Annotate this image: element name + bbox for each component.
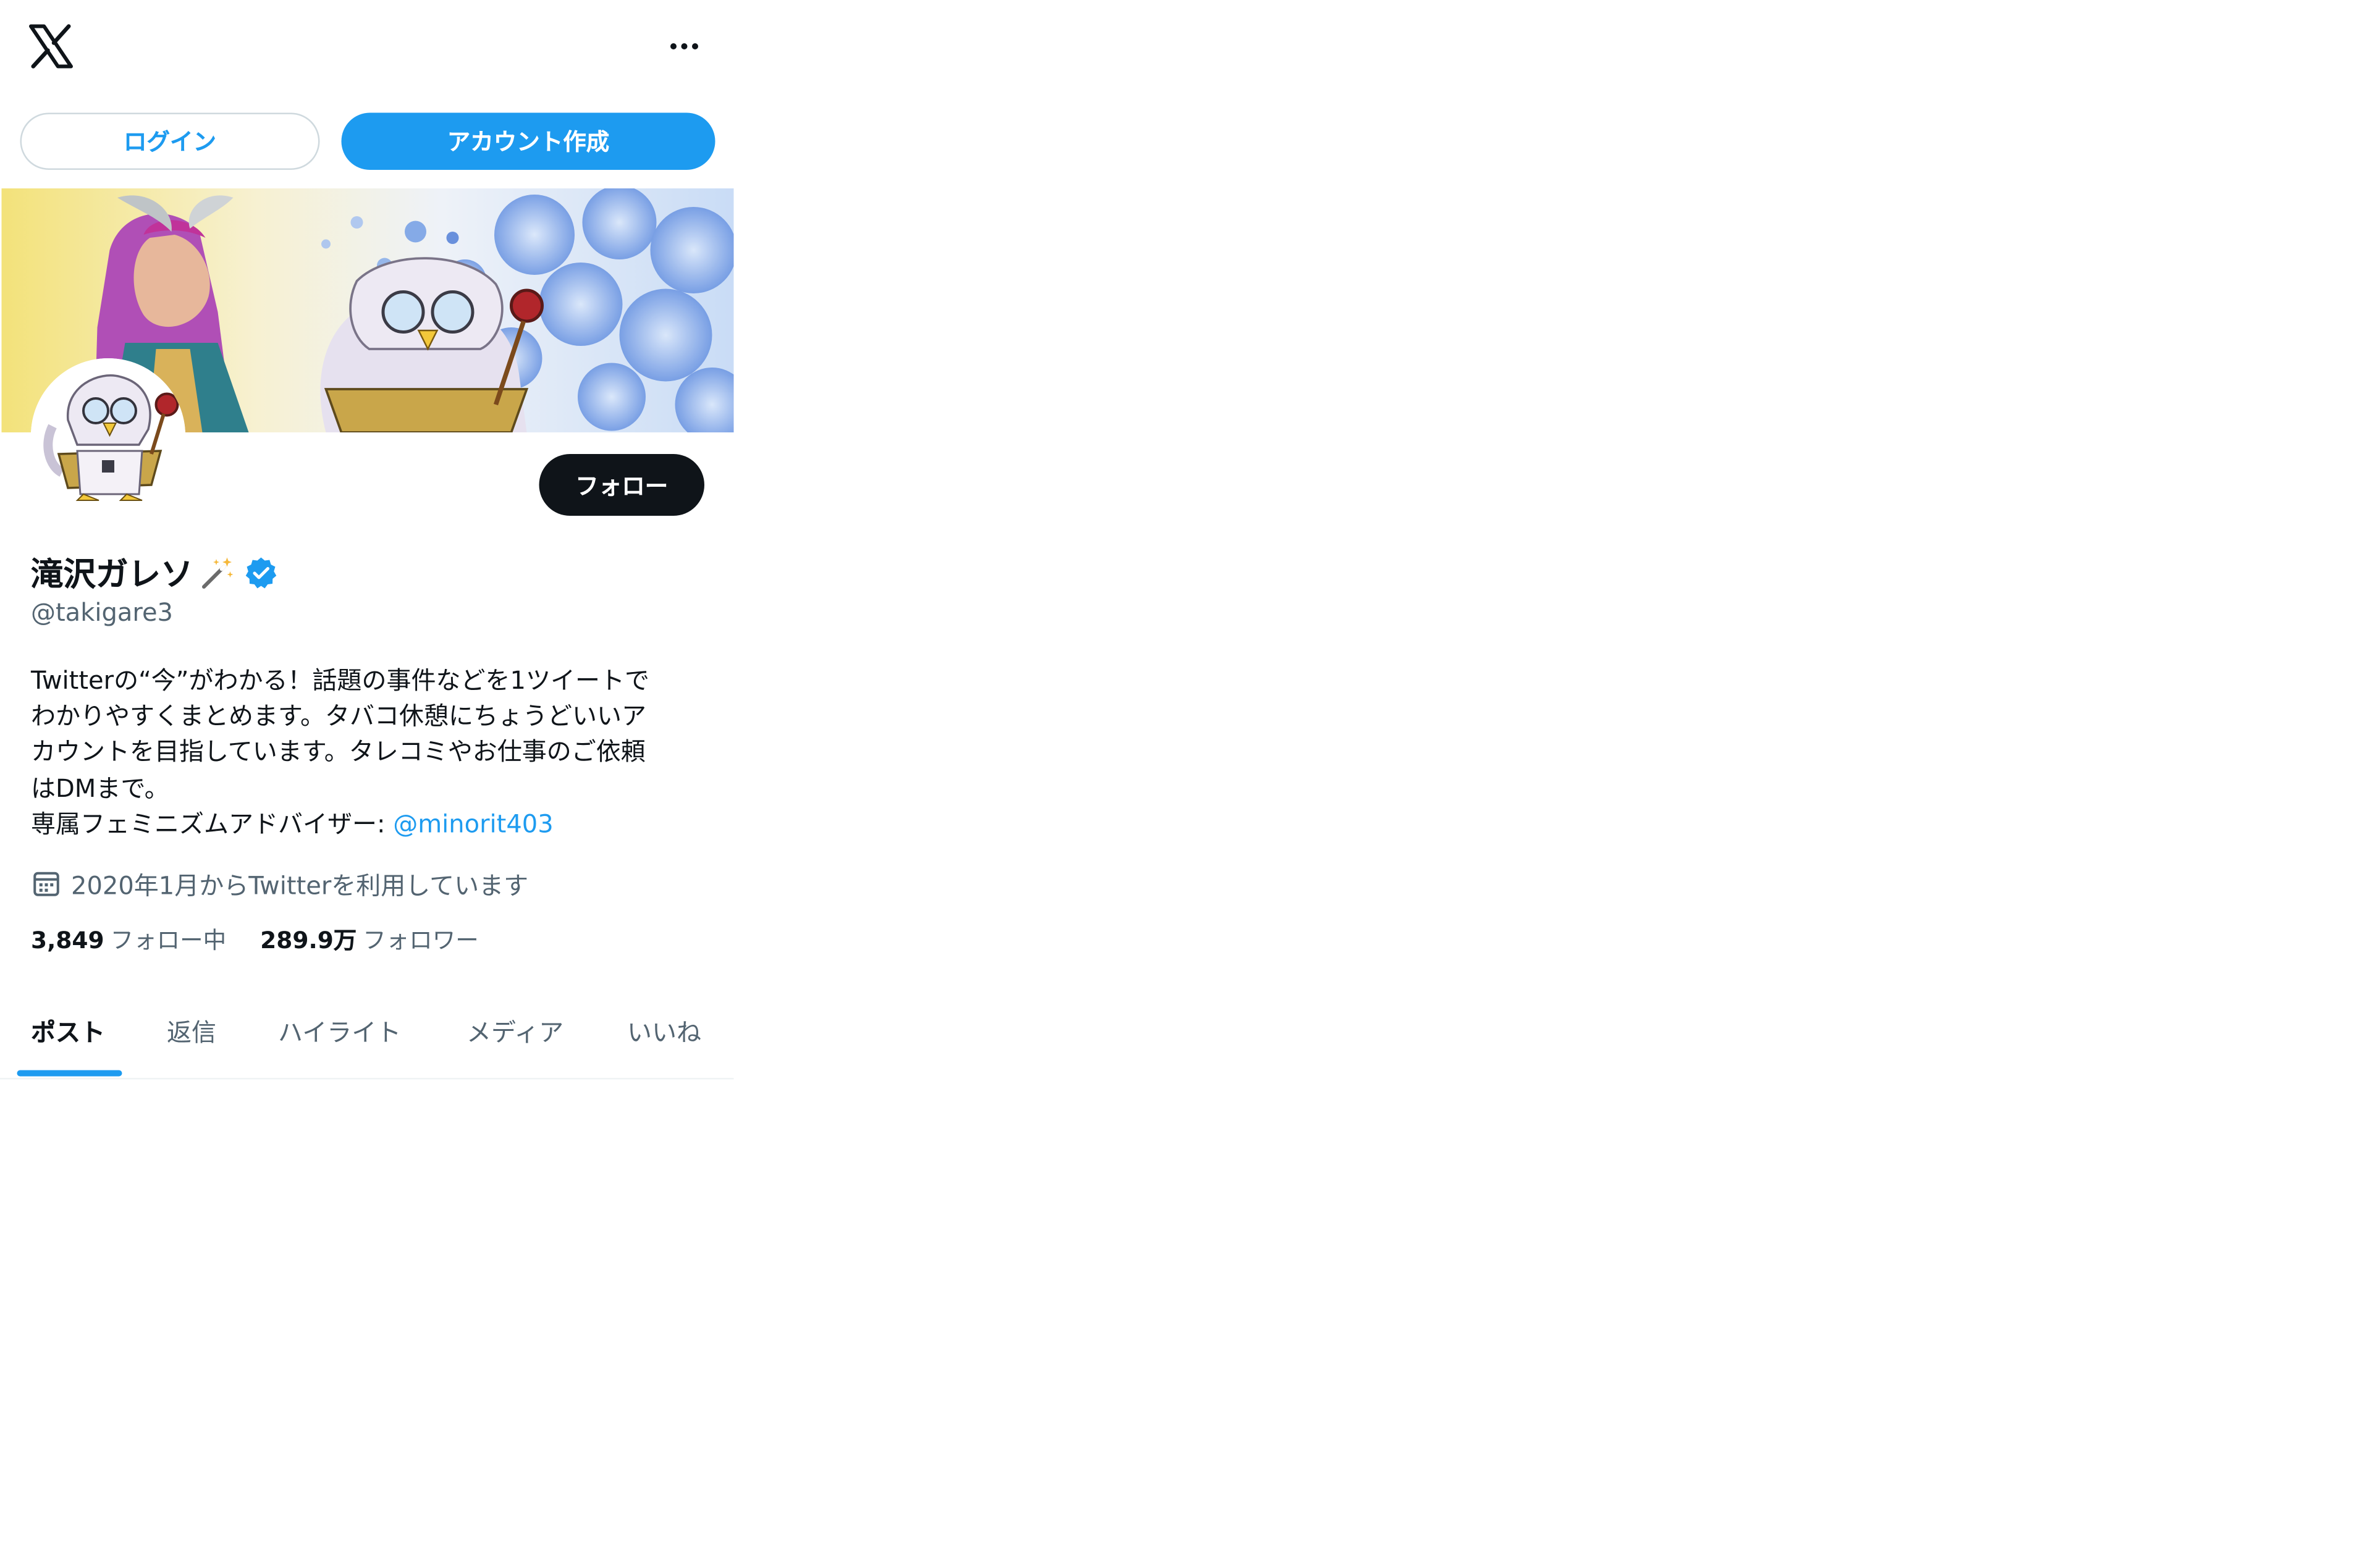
bio-line: Twitterの“今”がわかる！話題の事件などを1ツイートで — [31, 665, 649, 696]
followers-stat[interactable]: 289.9万 フォロワー — [260, 923, 479, 956]
profile-name-row: 滝沢ガレソ — [31, 549, 278, 598]
more-dots-icon[interactable] — [661, 25, 707, 68]
page: ログイン アカウント作成 フォロー 滝沢ガレソ @takigare3 Twitt… — [0, 0, 2380, 1564]
viewport: ログイン アカウント作成 フォロー 滝沢ガレソ @takigare3 Twitt… — [0, 0, 2379, 1564]
joined-date: 2020年1月からTwitterを利用しています — [31, 865, 528, 902]
profile-column: ログイン アカウント作成 フォロー 滝沢ガレソ @takigare3 Twitt… — [0, 0, 734, 1081]
tab-likes[interactable]: いいね — [627, 1012, 701, 1055]
login-button[interactable]: ログイン — [20, 112, 320, 170]
bio-line: カウントを目指しています。タレコミやお仕事のご依頼 — [31, 737, 646, 767]
bio-mention-link[interactable]: @minorit403 — [393, 809, 553, 839]
followers-label: フォロワー — [363, 925, 479, 954]
tab-divider — [0, 1078, 734, 1080]
display-name: 滝沢ガレソ — [31, 556, 193, 593]
follow-button[interactable]: フォロー — [539, 454, 704, 516]
tab-highlights[interactable]: ハイライト — [278, 1012, 401, 1055]
bio-line: わかりやすくまとめます。タバコ休憩にちょうどいいア — [31, 701, 647, 731]
following-count: 3,849 — [31, 925, 104, 954]
profile-bio: Twitterの“今”がわかる！話題の事件などを1ツイートで わかりやすくまとめ… — [31, 663, 711, 842]
active-tab-indicator — [17, 1070, 122, 1077]
followers-count: 289.9万 — [260, 925, 357, 954]
tab-replies[interactable]: 返信 — [167, 1012, 216, 1055]
calendar-icon — [33, 872, 59, 896]
penguin-mascot-avatar[interactable] — [31, 358, 185, 513]
create-account-button[interactable]: アカウント作成 — [341, 112, 715, 170]
avatar-art — [31, 358, 185, 513]
tab-posts[interactable]: ポスト — [31, 1012, 105, 1055]
joined-text: 2020年1月からTwitterを利用しています — [71, 871, 529, 901]
x-logo-icon[interactable] — [27, 22, 76, 71]
follow-stats: 3,849 フォロー中 289.9万 フォロワー — [31, 920, 479, 957]
tab-media[interactable]: メディア — [466, 1012, 563, 1055]
user-handle: @takigare3 — [31, 597, 173, 628]
magic-wand-icon — [202, 557, 234, 589]
following-label: フォロー中 — [110, 925, 227, 954]
bio-mention-line: 専属フェミニズムアドバイザー: @minorit403 — [31, 806, 711, 842]
bio-line: はDMまで。 — [31, 773, 169, 803]
following-stat[interactable]: 3,849 フォロー中 — [31, 923, 226, 956]
bio-mention-prefix: 専属フェミニズムアドバイザー: — [31, 809, 394, 839]
verified-badge-icon[interactable] — [244, 556, 278, 590]
